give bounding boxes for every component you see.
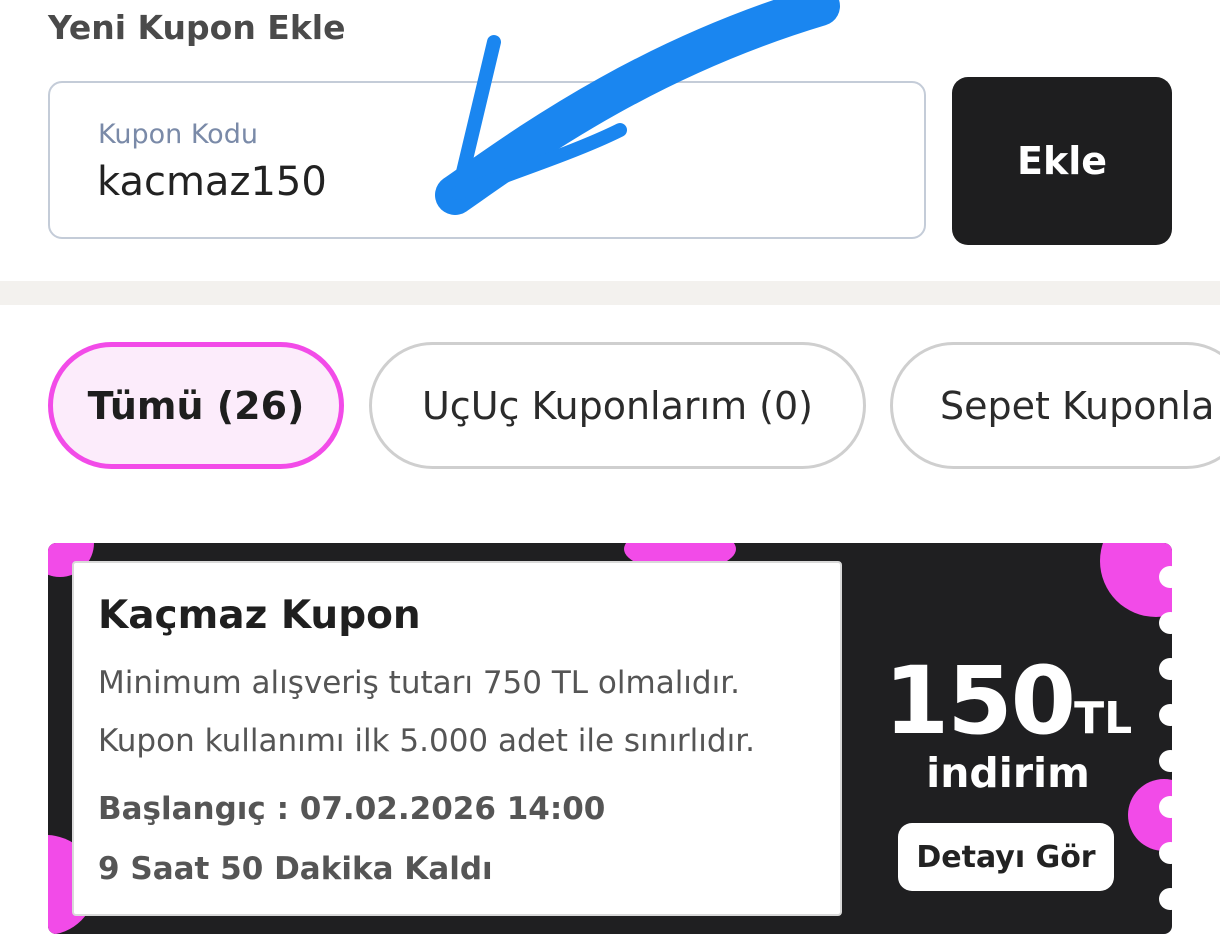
discount-label: indirim bbox=[926, 749, 1090, 797]
see-details-button[interactable]: Detayı Gör bbox=[898, 823, 1114, 891]
coupon-usage-limit-text: Kupon kullanımı ilk 5.000 adet ile sınır… bbox=[98, 723, 755, 759]
coupon-title: Kaçmaz Kupon bbox=[98, 593, 421, 638]
tab-ucuc-coupons[interactable]: UçUç Kuponlarım (0) bbox=[369, 342, 866, 469]
tab-all[interactable]: Tümü (26) bbox=[48, 342, 344, 469]
discount-amount: 150TL bbox=[878, 647, 1138, 756]
coupon-time-remaining: 9 Saat 50 Dakika Kaldı bbox=[98, 851, 493, 887]
tab-cart-coupons[interactable]: Sepet Kuponla bbox=[890, 342, 1220, 469]
coupon-code-input[interactable] bbox=[97, 159, 857, 205]
add-coupon-button[interactable]: Ekle bbox=[952, 77, 1172, 245]
coupon-info-panel: Kaçmaz Kupon Minimum alışveriş tutarı 75… bbox=[72, 561, 842, 916]
coupon-code-field[interactable]: Kupon Kodu bbox=[48, 81, 926, 239]
coupon-start-date: Başlangıç : 07.02.2026 14:00 bbox=[98, 791, 606, 827]
coupon-min-purchase-text: Minimum alışveriş tutarı 750 TL olmalıdı… bbox=[98, 665, 740, 701]
section-divider bbox=[0, 281, 1220, 305]
discount-currency: TL bbox=[1074, 693, 1133, 744]
coupon-card: Kaçmaz Kupon Minimum alışveriş tutarı 75… bbox=[48, 543, 1172, 934]
add-coupon-title: Yeni Kupon Ekle bbox=[48, 8, 346, 47]
coupon-code-label: Kupon Kodu bbox=[98, 119, 258, 150]
discount-amount-value: 150 bbox=[883, 647, 1076, 756]
